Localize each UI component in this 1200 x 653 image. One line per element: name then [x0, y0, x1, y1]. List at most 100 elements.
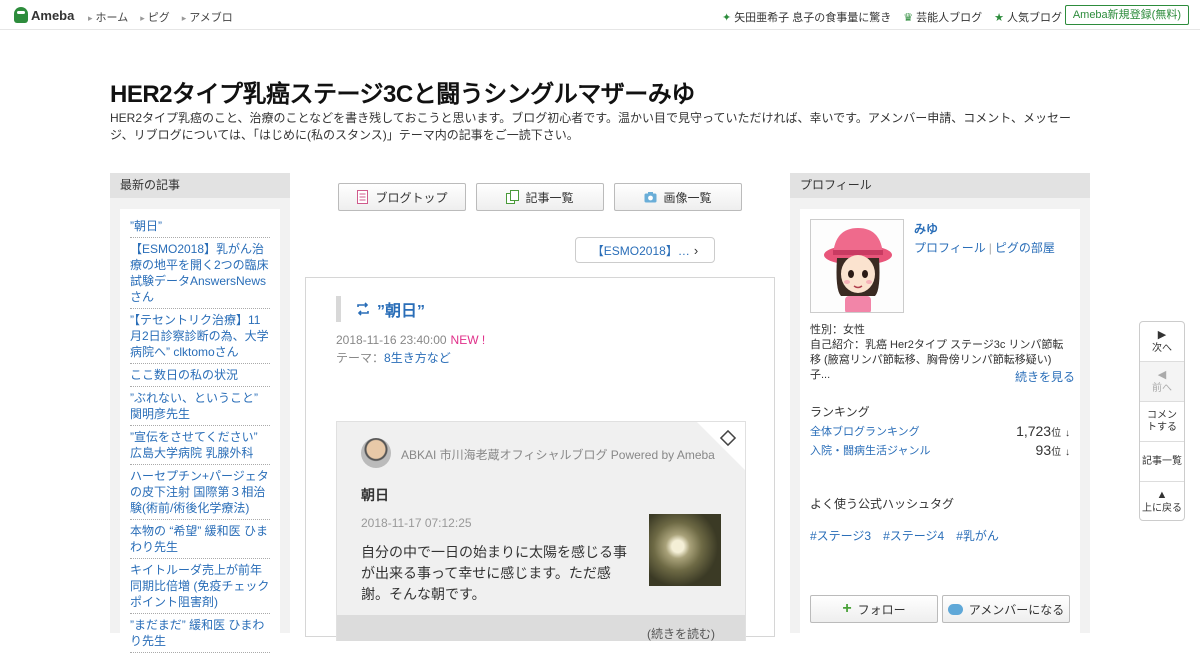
- star-icon: ★: [994, 11, 1004, 24]
- see-more-link[interactable]: 続きを見る: [1015, 368, 1075, 385]
- recent-article-link[interactable]: 【ESMO2018】乳がん治療の地平を開く2つの臨床試験データAnswersNe…: [130, 238, 270, 309]
- profile-link[interactable]: プロフィール: [914, 241, 986, 255]
- trend-news-link[interactable]: ✦ 矢田亜希子 息子の食事量に驚き: [722, 9, 891, 25]
- blog-top-button[interactable]: ブログトップ: [338, 183, 466, 211]
- recent-article-link[interactable]: ”【テセントリク治療】11月2日診察診断の為、大学病院へ” clktomoさん: [130, 309, 270, 364]
- genre-rank-number: 93: [1035, 442, 1052, 458]
- hashtag-heading: よく使う公式ハッシュタグ: [810, 497, 955, 511]
- ranking-heading: ランキング: [810, 405, 870, 419]
- back-icon: ◀: [1157, 368, 1167, 381]
- copy-icon: [506, 190, 520, 204]
- ranking-row: 入院・闘病生活ジャンル 93位 ↓: [810, 442, 1070, 458]
- new-badge: NEW !: [450, 333, 486, 347]
- profile-links: プロフィール | ピグの部屋: [914, 239, 1055, 256]
- popular-blog-label: 人気ブログ: [1007, 12, 1062, 24]
- reblog-icon: [357, 302, 369, 316]
- trend-news-label: 矢田亜希子 息子の食事量に驚き: [734, 12, 892, 24]
- recent-article-link[interactable]: ”朝日”: [130, 215, 270, 238]
- genre-ranking-value: 93位 ↓: [1036, 442, 1070, 458]
- popular-blog-link[interactable]: ★ 人気ブログ: [994, 9, 1062, 25]
- hashtag-link[interactable]: #ステージ3: [810, 527, 871, 544]
- link-separator: |: [988, 241, 992, 255]
- prev-button[interactable]: ◀ 前へ: [1140, 362, 1184, 402]
- reblog-thumbnail: [649, 514, 721, 586]
- article-list-label: 記事一覧: [525, 190, 574, 205]
- profile-gender: 性別：女性: [810, 324, 865, 336]
- plus-icon: +: [842, 600, 852, 617]
- reblog-source[interactable]: ABKAI 市川海老蔵オフィシャルブログ Powered by Ameba: [401, 446, 715, 463]
- article-theme: テーマ：8生き方など: [336, 349, 451, 366]
- follow-label: フォロー: [857, 602, 906, 617]
- amember-label: アメンバーになる: [968, 602, 1065, 617]
- previous-article-label: 【ESMO2018】…: [591, 243, 690, 258]
- rank-unit: 位: [1051, 428, 1062, 439]
- top-bar: Ameba ホーム ピグ アメブロ ✦矢田亜希子 息子の食事量に驚き ♛芸能人ブ…: [0, 0, 1200, 30]
- profile-avatar[interactable]: [810, 219, 904, 313]
- reblog-corner-icon: [719, 429, 737, 447]
- article-title[interactable]: ”朝日”: [336, 296, 425, 322]
- article-date-text: 2018-11-16 23:40:00: [336, 333, 447, 347]
- recent-article-link[interactable]: ここ数日の私の状況: [130, 364, 270, 387]
- ranking-row: 全体ブログランキング 1,723位 ↓: [810, 423, 1070, 439]
- reblog-title[interactable]: 朝日: [361, 485, 389, 505]
- reblog-date: 2018-11-17 07:12:25: [361, 516, 472, 530]
- nav-ameblo[interactable]: アメブロ: [182, 9, 232, 25]
- profile-name[interactable]: みゆ: [914, 220, 938, 237]
- genre-ranking-link[interactable]: 入院・闘病生活ジャンル: [810, 442, 930, 458]
- recent-articles-list: ”朝日” 【ESMO2018】乳がん治療の地平を開く2つの臨床試験データAnsw…: [120, 209, 280, 653]
- read-more-link[interactable]: (続きを読む): [647, 625, 715, 642]
- logo-text: Ameba: [31, 7, 75, 23]
- camera-icon: [644, 192, 657, 203]
- back-to-top-label: 上に戻る: [1142, 503, 1182, 514]
- article-list-button[interactable]: 記事一覧: [476, 183, 604, 211]
- article-date: 2018-11-16 23:40:00 NEW !: [336, 333, 485, 347]
- theme-label: テーマ：: [336, 351, 385, 365]
- next-label: 次へ: [1152, 342, 1172, 354]
- article-title-text: ”朝日”: [377, 303, 426, 320]
- register-button[interactable]: Ameba新規登録(無料): [1064, 5, 1189, 25]
- header-right-links: ✦ 矢田亜希子 息子の食事量に驚き ♛ 芸能人ブログ ★ 人気ブログ: [722, 9, 1062, 25]
- overall-ranking-link[interactable]: 全体ブログランキング: [810, 423, 920, 439]
- article-card: ”朝日” 2018-11-16 23:40:00 NEW ! テーマ：8生き方など…: [305, 277, 775, 641]
- nav-home[interactable]: ホーム: [88, 9, 129, 25]
- comment-button[interactable]: コメントする: [1140, 402, 1184, 442]
- follow-button[interactable]: + フォロー: [810, 595, 938, 623]
- blog-nav-buttons: ブログトップ 記事一覧 画像一覧: [338, 183, 742, 211]
- speech-bubble-icon: [947, 603, 963, 615]
- hashtag-link[interactable]: #ステージ4: [883, 527, 944, 544]
- crown-icon: ♛: [903, 11, 914, 24]
- hashtag-link[interactable]: #乳がん: [956, 527, 999, 544]
- blog-top-label: ブログトップ: [375, 190, 448, 205]
- rank-trend-icon: ↓: [1065, 428, 1070, 439]
- celebrity-blog-link[interactable]: ♛ 芸能人ブログ: [903, 9, 982, 25]
- recent-article-link[interactable]: ”宣伝をさせてください” 広島大学病院 乳腺外科: [130, 426, 270, 465]
- back-to-top-button[interactable]: ▲ 上に戻る: [1140, 482, 1184, 522]
- theme-link[interactable]: 8生き方など: [384, 351, 451, 365]
- pigg-room-link[interactable]: ピグの部屋: [995, 241, 1055, 255]
- amember-button[interactable]: アメンバーになる: [942, 595, 1070, 623]
- recent-article-link[interactable]: 本物の “希望” 緩和医 ひまわり先生: [130, 520, 270, 559]
- reblog-card[interactable]: ABKAI 市川海老蔵オフィシャルブログ Powered by Ameba 朝日…: [336, 421, 746, 641]
- blog-title[interactable]: HER2タイプ乳癌ステージ3Cと闘うシングルマザーみゆ: [110, 74, 695, 109]
- source-avatar: [361, 438, 391, 468]
- document-icon: [357, 190, 369, 204]
- recent-articles-heading: 最新の記事: [110, 173, 290, 198]
- reblog-footer: (続きを読む): [337, 615, 745, 641]
- play-icon: ▶: [1157, 328, 1167, 341]
- recent-article-link[interactable]: ハーセプチン+パージェタの皮下注射 国際第３相治験(術前/術後化学療法): [130, 465, 270, 520]
- ameba-logo[interactable]: Ameba: [14, 7, 74, 23]
- image-list-button[interactable]: 画像一覧: [614, 183, 742, 211]
- recent-article-link[interactable]: キイトルーダ売上が前年同期比倍増 (免疫チェックポイント阻害剤): [130, 559, 270, 614]
- nav-pigg[interactable]: ピグ: [140, 9, 170, 25]
- rank-unit: 位: [1051, 447, 1062, 458]
- recent-article-link[interactable]: ”ぶれない、ということ” 関明彦先生: [130, 387, 270, 426]
- previous-article-link[interactable]: 【ESMO2018】… ›: [575, 237, 715, 263]
- chevron-right-icon: ›: [693, 242, 699, 258]
- blog-description: HER2タイプ乳癌のこと、治療のことなどを書き残しておこうと思います。ブログ初心…: [110, 111, 1072, 142]
- sparkle-icon: ✦: [721, 11, 732, 24]
- profile-heading: プロフィール: [790, 173, 1090, 198]
- recent-article-link[interactable]: ”まだまだ” 緩和医 ひまわり先生: [130, 614, 270, 653]
- rank-trend-icon: ↓: [1065, 447, 1070, 458]
- next-button[interactable]: ▶ 次へ: [1140, 322, 1184, 362]
- article-list-side-button[interactable]: 記事一覧: [1140, 442, 1184, 482]
